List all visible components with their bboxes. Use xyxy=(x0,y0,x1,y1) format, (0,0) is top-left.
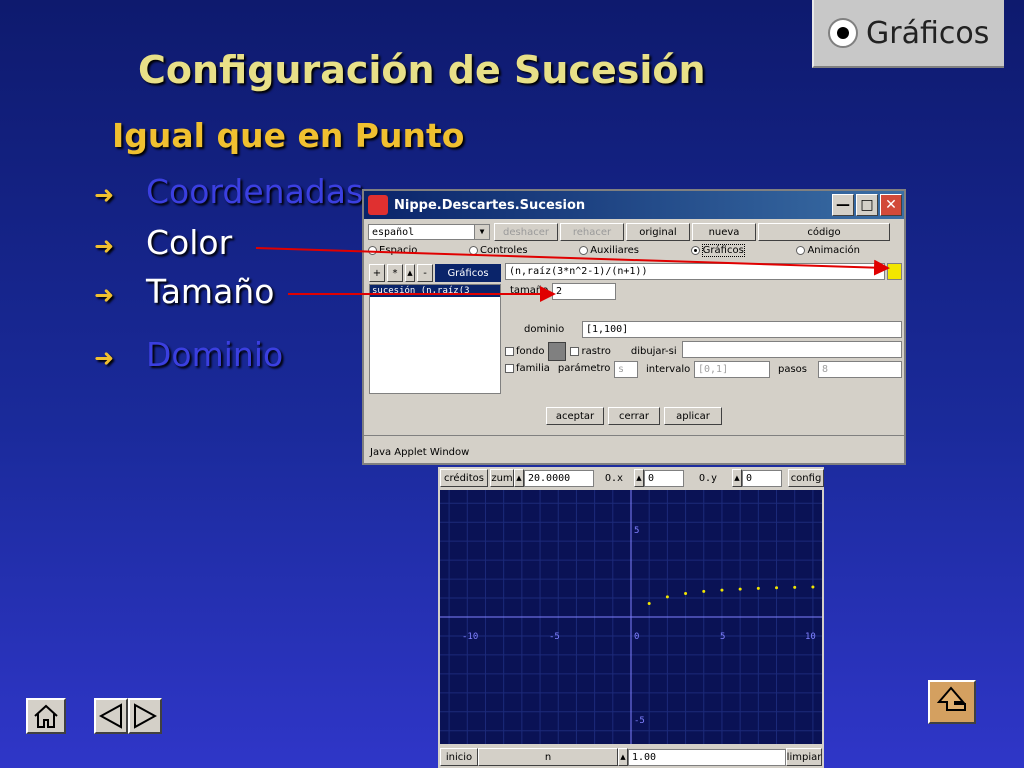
sequence-point xyxy=(756,586,760,590)
n-spinner[interactable]: ▲ xyxy=(618,748,628,766)
home-button[interactable] xyxy=(26,698,66,734)
triangle-right-icon xyxy=(134,703,157,729)
zoom-field[interactable]: 20.0000 xyxy=(524,469,594,487)
sequence-point xyxy=(811,585,815,589)
tick-label-x-10: 10 xyxy=(805,632,816,642)
sequence-point xyxy=(720,588,724,592)
tick-label-y-m5: -5 xyxy=(634,716,645,726)
sequence-point xyxy=(647,602,651,606)
home-icon xyxy=(34,704,58,728)
tick-label-y-5: 5 xyxy=(634,526,639,536)
config-button[interactable]: config xyxy=(788,469,824,487)
arrow-to-color xyxy=(255,247,890,276)
tick-label-x-m10: -10 xyxy=(462,632,478,642)
tick-label-x-0: 0 xyxy=(634,632,639,642)
ox-field[interactable]: 0 xyxy=(644,469,684,487)
sequence-point xyxy=(775,586,779,590)
oy-spinner[interactable]: ▲ xyxy=(732,469,742,487)
n-field[interactable]: 1.00 xyxy=(628,748,786,766)
return-arrow-icon xyxy=(936,686,966,711)
graph-applet: créditos zum ▲ 20.0000 O.x ▲ 0 O.y ▲ 0 c… xyxy=(438,467,824,768)
start-button[interactable]: inicio xyxy=(440,748,478,766)
sequence-point xyxy=(793,585,797,589)
n-label: n xyxy=(478,748,618,766)
next-slide-button[interactable] xyxy=(128,698,162,734)
credits-button[interactable]: créditos xyxy=(440,469,488,487)
triangle-left-icon xyxy=(99,703,122,729)
zoom-spinner[interactable]: ▲ xyxy=(514,469,524,487)
oy-label: O.y xyxy=(698,472,718,484)
zoom-label: zum xyxy=(490,469,514,487)
ox-label: O.x xyxy=(604,472,624,484)
tick-label-x-5: 5 xyxy=(720,632,725,642)
previous-slide-button[interactable] xyxy=(94,698,128,734)
tick-label-x-m5: -5 xyxy=(549,632,560,642)
ox-spinner[interactable]: ▲ xyxy=(634,469,644,487)
return-button[interactable] xyxy=(928,680,976,724)
graph-canvas[interactable]: -10 -5 0 5 10 5 -5 xyxy=(440,490,822,744)
sequence-point xyxy=(684,591,688,595)
sequence-point xyxy=(665,595,669,599)
clear-button[interactable]: limpiar xyxy=(786,748,822,766)
sequence-point xyxy=(702,589,706,593)
sequence-point xyxy=(738,587,742,591)
sequence-plot[interactable]: -10 -5 0 5 10 5 -5 xyxy=(440,490,822,744)
oy-field[interactable]: 0 xyxy=(742,469,782,487)
